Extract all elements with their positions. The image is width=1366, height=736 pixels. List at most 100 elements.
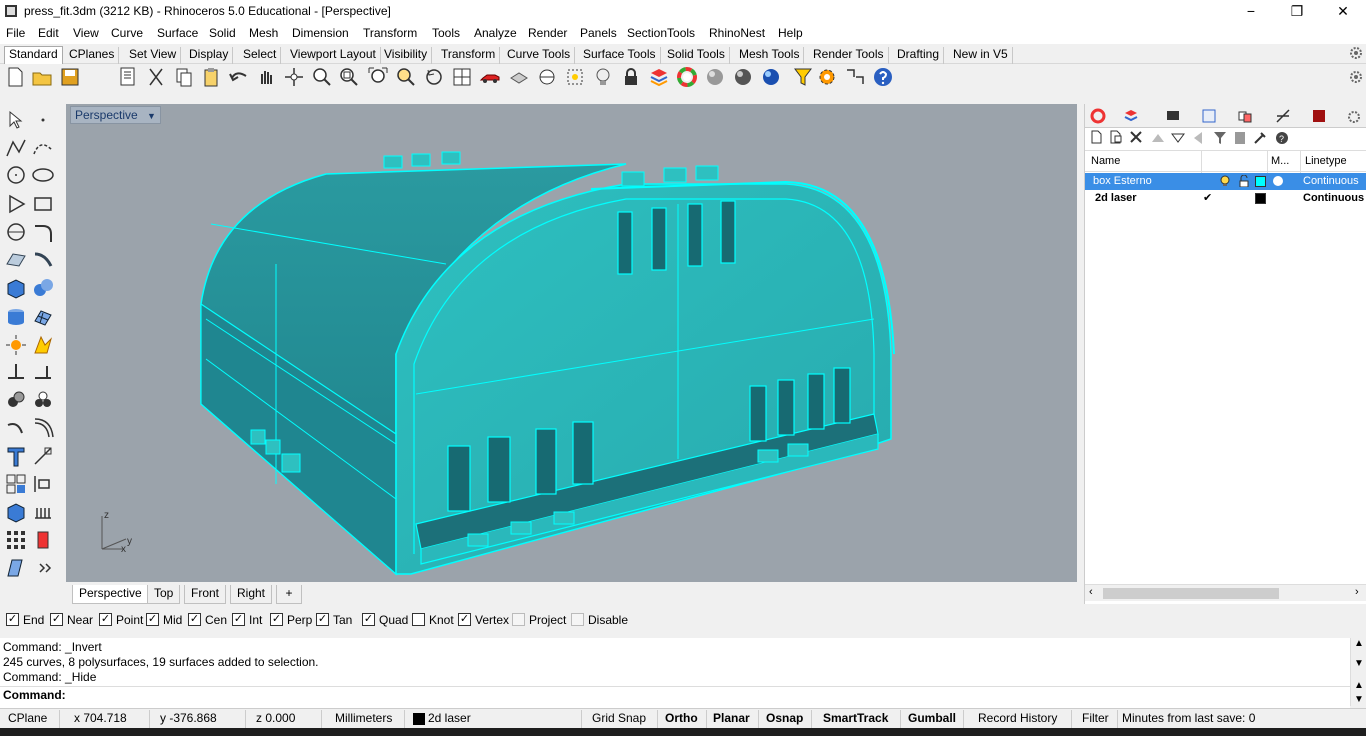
viewport-tab-perspective[interactable]: Perspective	[72, 585, 149, 604]
osnap-vertex-checkbox[interactable]: ✓	[458, 613, 471, 626]
viewport-tab-front[interactable]: Front	[184, 585, 227, 604]
viewport-add-tab-button[interactable]: +	[276, 585, 302, 604]
tab-standard[interactable]: Standard	[4, 46, 63, 65]
column-material-header[interactable]: M...	[1271, 155, 1289, 167]
array-icon[interactable]	[31, 388, 55, 412]
surface-icon[interactable]	[4, 248, 28, 272]
menu-view[interactable]: View	[73, 25, 99, 41]
align-icon[interactable]	[31, 472, 55, 496]
layer-row-2d-laser[interactable]: 2d laser ✔ Continuous	[1085, 190, 1366, 207]
osnap-point-label[interactable]: Point	[116, 613, 143, 627]
scroll-thumb[interactable]	[1103, 588, 1279, 599]
layer-filter-icon[interactable]	[1213, 131, 1227, 145]
tab-drafting[interactable]: Drafting	[893, 47, 945, 64]
zoom-window-icon[interactable]	[338, 66, 360, 88]
tab-display[interactable]: Display	[185, 47, 234, 64]
four-viewports-icon[interactable]	[451, 66, 473, 88]
text-icon[interactable]	[4, 444, 28, 468]
explode-icon[interactable]	[4, 333, 28, 357]
osnap-cen-checkbox[interactable]: ✓	[188, 613, 201, 626]
column-name-header[interactable]: Name	[1091, 155, 1120, 167]
cplane-icon[interactable]	[536, 66, 558, 88]
osnap-quad-label[interactable]: Quad	[379, 613, 408, 627]
osnap-end-checkbox[interactable]: ✓	[6, 613, 19, 626]
layer-help-icon[interactable]: ?	[1275, 131, 1289, 145]
osnap-near-label[interactable]: Near	[67, 613, 93, 627]
delete-layer-icon[interactable]	[1129, 130, 1143, 144]
osnap-int-label[interactable]: Int	[249, 613, 262, 627]
scroll-right-icon[interactable]: ›	[1355, 586, 1359, 598]
osnap-vertex-label[interactable]: Vertex	[475, 613, 509, 627]
menu-tools[interactable]: Tools	[432, 25, 460, 41]
ellipse-icon[interactable]	[31, 163, 55, 187]
menu-file[interactable]: File	[6, 25, 25, 41]
lock-icon[interactable]	[620, 66, 642, 88]
menu-help[interactable]: Help	[778, 25, 803, 41]
lock-tool-icon[interactable]	[31, 528, 55, 552]
scroll-left-icon[interactable]: ‹	[1089, 586, 1093, 598]
menu-render[interactable]: Render	[528, 25, 567, 41]
print-icon[interactable]	[117, 66, 139, 88]
osnap-tan-checkbox[interactable]: ✓	[316, 613, 329, 626]
move-layer-up-icon[interactable]	[1151, 131, 1165, 145]
layer-color-swatch[interactable]	[1255, 193, 1266, 204]
status-record-history[interactable]: Record History	[974, 710, 1072, 728]
status-current-layer[interactable]: 2d laser	[424, 710, 582, 728]
undo-icon[interactable]	[228, 66, 250, 88]
revolve-icon[interactable]	[31, 248, 55, 272]
box-icon[interactable]	[4, 276, 28, 300]
panel-settings-gear-icon[interactable]	[1347, 110, 1361, 124]
cylinder-icon[interactable]	[4, 305, 28, 329]
osnap-icon[interactable]	[564, 66, 586, 88]
osnap-quad-checkbox[interactable]: ✓	[362, 613, 375, 626]
curve-icon[interactable]	[31, 136, 55, 160]
polyline-icon[interactable]	[4, 136, 28, 160]
hatch-icon[interactable]	[31, 500, 55, 524]
menu-rhinonest[interactable]: RhinoNest	[709, 25, 765, 41]
rectangle-icon[interactable]	[31, 192, 55, 216]
close-button[interactable]: ✕	[1320, 0, 1366, 23]
layer-linetype[interactable]: Continuous	[1303, 192, 1364, 204]
cut-icon[interactable]	[145, 66, 167, 88]
osnap-cen-label[interactable]: Cen	[205, 613, 227, 627]
arc-icon[interactable]	[4, 220, 28, 244]
scroll-up-icon[interactable]: ▲	[1354, 638, 1364, 649]
panel-tab-tools-icon[interactable]	[1275, 108, 1291, 124]
status-gumball[interactable]: Gumball	[904, 710, 964, 728]
osnap-perp-label[interactable]: Perp	[287, 613, 312, 627]
polygon-icon[interactable]	[4, 192, 28, 216]
tab-new-in-v5[interactable]: New in V5	[949, 47, 1013, 64]
panel-tab-rhinonest-icon[interactable]	[1311, 108, 1327, 124]
undo-view-icon[interactable]	[423, 66, 445, 88]
menu-dimension[interactable]: Dimension	[292, 25, 349, 41]
new-layer-icon[interactable]	[1089, 130, 1103, 144]
status-units[interactable]: Millimeters	[331, 710, 405, 728]
tab-curve-tools[interactable]: Curve Tools	[503, 47, 576, 64]
layer-icon[interactable]	[648, 66, 670, 88]
menu-analyze[interactable]: Analyze	[474, 25, 517, 41]
prompt-scroll-down-icon[interactable]: ▼	[1354, 694, 1364, 705]
menu-curve[interactable]: Curve	[111, 25, 143, 41]
grid-icon[interactable]	[4, 472, 28, 496]
osnap-mid-label[interactable]: Mid	[163, 613, 182, 627]
light-icon[interactable]	[592, 66, 614, 88]
properties-icon[interactable]	[4, 556, 28, 580]
tab-cplanes[interactable]: CPlanes	[65, 47, 120, 64]
menu-panels[interactable]: Panels	[580, 25, 617, 41]
menu-transform[interactable]: Transform	[363, 25, 417, 41]
options-gear-icon[interactable]	[816, 66, 838, 88]
layer-row-box-esterno[interactable]: box Esterno Continuous	[1085, 173, 1366, 190]
render-sphere-icon[interactable]	[760, 66, 782, 88]
save-icon[interactable]	[59, 66, 81, 88]
viewport-title[interactable]: Perspective ▼	[70, 106, 161, 124]
tab-mesh-tools[interactable]: Mesh Tools	[735, 47, 805, 64]
panel-tab-help-icon[interactable]	[1201, 108, 1217, 124]
tab-surface-tools[interactable]: Surface Tools	[579, 47, 661, 64]
tab-transform[interactable]: Transform	[437, 47, 501, 64]
viewport-menu-icon[interactable]: ▼	[147, 111, 156, 121]
viewport-tab-top[interactable]: Top	[147, 585, 181, 604]
status-filter[interactable]: Filter	[1078, 710, 1118, 728]
osnap-point-checkbox[interactable]: ✓	[99, 613, 112, 626]
tab-set-view[interactable]: Set View	[125, 47, 182, 64]
current-layer-check-icon[interactable]: ✔	[1203, 191, 1212, 204]
